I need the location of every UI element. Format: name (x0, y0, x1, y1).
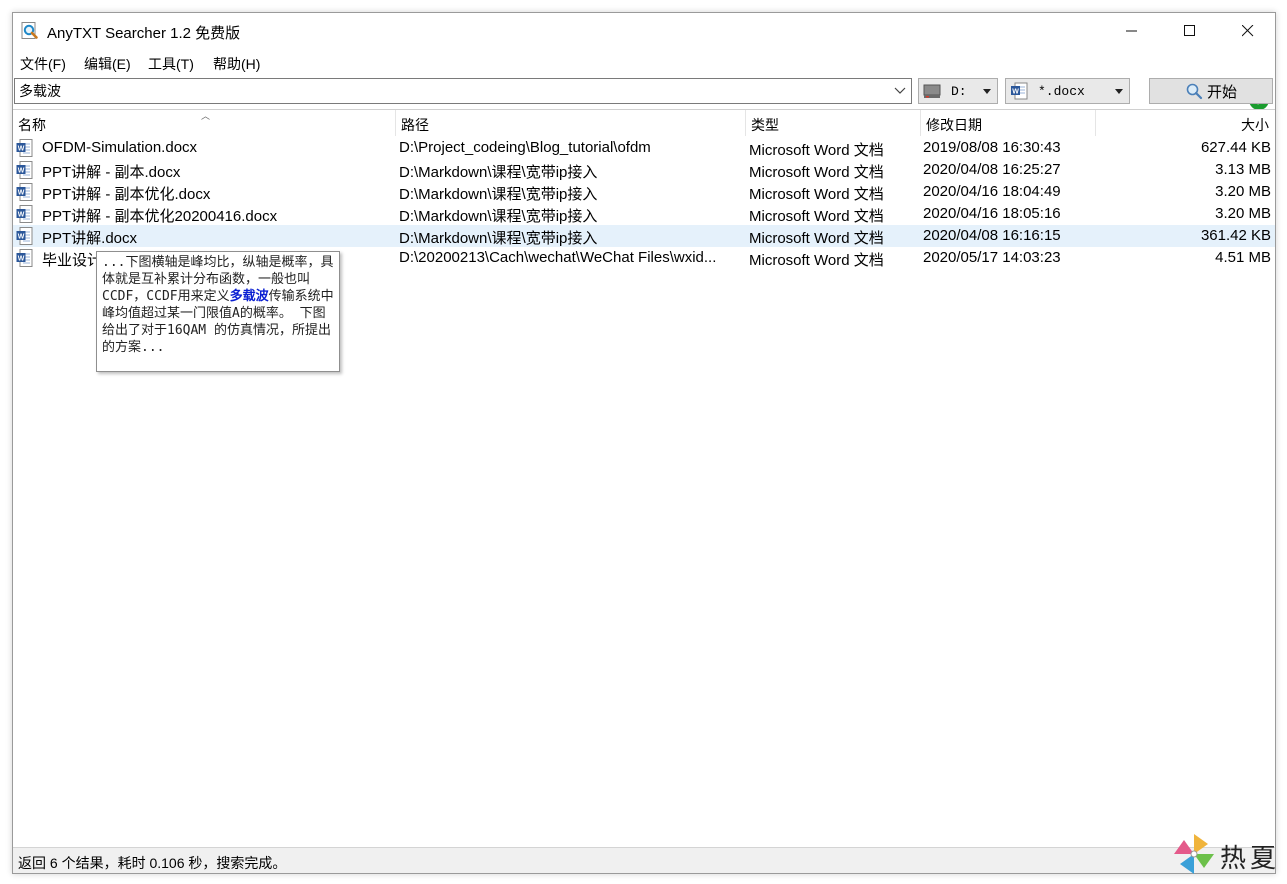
cell-name: PPT讲解 - 副本优化.docx (42, 186, 211, 203)
drive-dropdown-arrow-icon (983, 89, 991, 94)
cell-modified: 2020/04/16 18:05:16 (923, 205, 1061, 222)
cell-modified: 2020/04/08 16:25:27 (923, 161, 1061, 178)
hard-drive-icon (923, 84, 941, 98)
menu-edit[interactable]: 编辑(E) (84, 54, 131, 74)
menu-tools[interactable]: 工具(T) (148, 54, 194, 74)
cell-modified: 2020/04/08 16:16:15 (923, 227, 1061, 244)
cell-size: 361.42 KB (1200, 227, 1271, 244)
watermark: 热夏 (1172, 832, 1282, 878)
column-header-type[interactable]: 类型 (746, 110, 921, 136)
svg-text:W: W (18, 256, 25, 263)
cell-path: D:\Markdown\课程\宽带ip接入 (399, 186, 598, 203)
cell-path: D:\Project_codeing\Blog_tutorial\ofdm (399, 139, 651, 156)
word-document-icon: W (1011, 82, 1028, 100)
search-input[interactable] (15, 79, 875, 103)
cell-type: Microsoft Word 文档 (749, 230, 884, 247)
tooltip-highlight: 多载波 (229, 289, 269, 304)
sort-ascending-icon: ︿ (201, 111, 211, 121)
close-icon (1242, 25, 1254, 37)
column-header-size[interactable]: 大小 (1096, 110, 1275, 136)
word-document-icon: W (16, 183, 33, 201)
cell-path: D:\Markdown\课程\宽带ip接入 (399, 230, 598, 247)
status-text: 返回 6 个结果，耗时 0.106 秒，搜索完成。 (18, 855, 287, 871)
cell-size: 3.13 MB (1215, 161, 1271, 178)
cell-type: Microsoft Word 文档 (749, 142, 884, 159)
status-bar: 返回 6 个结果，耗时 0.106 秒，搜索完成。 (13, 847, 1275, 873)
maximize-button[interactable] (1161, 13, 1219, 49)
close-button[interactable] (1219, 13, 1275, 49)
results-list: ︿ 名称 路径 类型 修改日期 大小 W OFDM-Simulation.docx… (13, 109, 1275, 847)
cell-name: OFDM-Simulation.docx (42, 139, 198, 156)
pinwheel-logo-icon (1174, 834, 1214, 874)
svg-text:W: W (18, 212, 25, 219)
word-document-icon: W (16, 227, 33, 245)
start-button-label: 开始 (1206, 83, 1237, 101)
table-row[interactable]: W PPT讲解 - 副本优化.docx D:\Markdown\课程\宽带ip接入 M… (13, 181, 1275, 203)
content-preview-tooltip: ...下图横轴是峰均比，纵轴是概率，具体就是互补累计分布函数，一般也叫CCDF，… (96, 251, 340, 372)
extension-dropdown-arrow-icon (1115, 89, 1123, 94)
cell-type: Microsoft Word 文档 (749, 208, 884, 225)
start-search-button[interactable]: 开始 (1149, 78, 1273, 104)
drive-select[interactable]: D: (918, 78, 998, 104)
cell-size: 3.20 MB (1215, 183, 1271, 200)
results-header: ︿ 名称 路径 类型 修改日期 大小 (13, 110, 1275, 136)
table-row[interactable]: W PPT讲解 - 副本.docx D:\Markdown\课程\宽带ip接入 Mic… (13, 159, 1275, 181)
svg-text:W: W (18, 190, 25, 197)
cell-type: Microsoft Word 文档 (749, 164, 884, 181)
minimize-icon (1126, 30, 1137, 32)
minimize-button[interactable] (1103, 13, 1161, 49)
cell-name: PPT讲解.docx (42, 230, 138, 247)
search-icon (1186, 83, 1203, 100)
cell-path: D:\20200213\Cach\wechat\WeChat Files\wxi… (399, 249, 717, 266)
extension-value: *.docx (1038, 84, 1085, 99)
svg-text:W: W (18, 146, 25, 153)
app-logo-icon (21, 22, 38, 39)
column-header-path[interactable]: 路径 (396, 110, 746, 136)
search-combobox[interactable] (14, 78, 912, 104)
word-document-icon: W (16, 139, 33, 157)
word-document-icon: W (16, 249, 33, 267)
cell-type: Microsoft Word 文档 (749, 186, 884, 203)
chevron-down-icon[interactable] (893, 83, 907, 97)
watermark-text: 热夏 (1220, 844, 1281, 874)
table-row[interactable]: W PPT讲解.docx D:\Markdown\课程\宽带ip接入 Microsof… (13, 225, 1275, 247)
menu-help[interactable]: 帮助(H) (213, 54, 260, 74)
menu-file[interactable]: 文件(F) (20, 54, 66, 74)
svg-text:W: W (18, 234, 25, 241)
svg-text:W: W (18, 168, 25, 175)
cell-type: Microsoft Word 文档 (749, 252, 884, 269)
cell-size: 4.51 MB (1215, 249, 1271, 266)
cell-modified: 2020/04/16 18:04:49 (923, 183, 1061, 200)
cell-modified: 2019/08/08 16:30:43 (923, 139, 1061, 156)
drive-value: D: (951, 84, 967, 99)
word-document-icon: W (16, 205, 33, 223)
maximize-icon (1184, 25, 1195, 36)
cell-name: PPT讲解 - 副本.docx (42, 164, 181, 181)
menu-bar: 文件(F) 编辑(E) 工具(T) 帮助(H) (13, 51, 1275, 110)
column-header-name[interactable]: ︿ 名称 (13, 110, 396, 136)
cell-name: PPT讲解 - 副本优化20200416.docx (42, 208, 278, 225)
window-title: AnyTXT Searcher 1.2 免费版 (47, 25, 241, 42)
table-row[interactable]: W PPT讲解 - 副本优化20200416.docx D:\Markdown\课程… (13, 203, 1275, 225)
cell-path: D:\Markdown\课程\宽带ip接入 (399, 208, 598, 225)
table-row[interactable]: W OFDM-Simulation.docx D:\Project_codeing\… (13, 137, 1275, 159)
cell-path: D:\Markdown\课程\宽带ip接入 (399, 164, 598, 181)
app-window: AnyTXT Searcher 1.2 免费版 文件(F) 编辑(E) 工具(T… (12, 12, 1276, 874)
svg-text:W: W (1012, 89, 1019, 96)
word-document-icon: W (16, 161, 33, 179)
cell-size: 3.20 MB (1215, 205, 1271, 222)
search-toolbar: D: W *.docx 开始 (13, 77, 1275, 107)
column-header-modified[interactable]: 修改日期 (921, 110, 1096, 136)
extension-select[interactable]: W *.docx (1005, 78, 1130, 104)
title-bar: AnyTXT Searcher 1.2 免费版 (13, 13, 1275, 49)
cell-modified: 2020/05/17 14:03:23 (923, 249, 1061, 266)
cell-size: 627.44 KB (1200, 139, 1271, 156)
